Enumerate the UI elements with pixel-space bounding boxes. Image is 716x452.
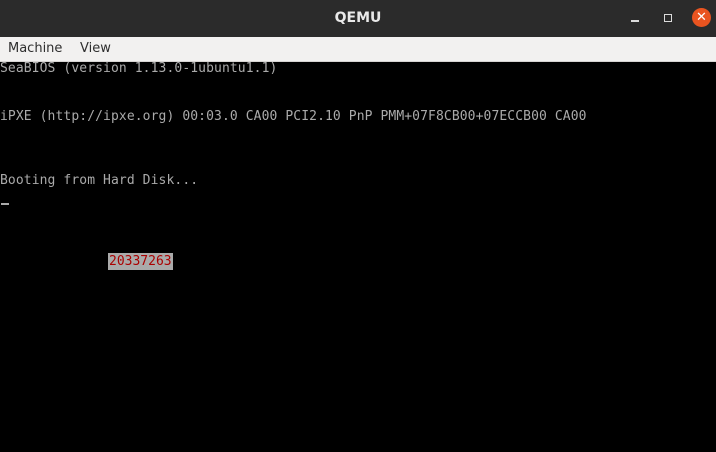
title-bar[interactable]: QEMU ✕	[0, 0, 716, 37]
vm-console-display[interactable]: SeaBIOS (version 1.13.0-1ubuntu1.1) iPXE…	[0, 62, 716, 452]
minimize-icon	[631, 20, 639, 22]
close-icon: ✕	[696, 10, 707, 25]
window-title: QEMU	[334, 10, 382, 26]
qemu-window: QEMU ✕ Machine View SeaBIOS (version 1.1…	[0, 0, 716, 452]
menu-machine[interactable]: Machine	[8, 37, 62, 61]
close-button[interactable]: ✕	[692, 8, 711, 27]
console-line-ipxe: iPXE (http://ipxe.org) 00:03.0 CA00 PCI2…	[0, 109, 587, 124]
highlighted-number: 20337263	[108, 253, 173, 270]
text-cursor	[1, 203, 9, 205]
menu-bar: Machine View	[0, 37, 716, 62]
minimize-button[interactable]	[626, 9, 644, 27]
maximize-button[interactable]	[659, 9, 677, 27]
menu-view[interactable]: View	[80, 37, 111, 61]
console-line-booting: Booting from Hard Disk...	[0, 173, 199, 188]
maximize-icon	[664, 14, 672, 22]
console-line-seabios: SeaBIOS (version 1.13.0-1ubuntu1.1)	[0, 62, 278, 76]
